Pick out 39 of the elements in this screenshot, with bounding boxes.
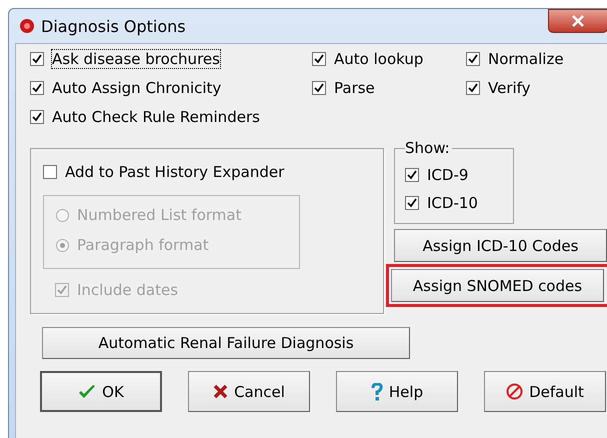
group-legend: Show: <box>405 140 452 156</box>
checkbox-label: ICD-10 <box>427 194 478 212</box>
checkbox[interactable] <box>405 168 419 182</box>
dialog-button[interactable]: Help <box>336 371 458 412</box>
checkbox[interactable] <box>30 52 44 66</box>
app-icon <box>19 18 35 34</box>
checkbox[interactable] <box>312 52 326 66</box>
option-label: Auto Assign Chronicity <box>52 79 222 97</box>
checkbox[interactable] <box>405 196 419 210</box>
assign-button[interactable]: Assign ICD-10 Codes <box>394 229 607 262</box>
dialog-button[interactable]: Default <box>484 371 606 412</box>
dialog-button[interactable]: OK <box>40 371 162 412</box>
checkbox[interactable] <box>312 81 326 95</box>
radio-label: Paragraph format <box>77 236 209 254</box>
option-label: Auto lookup <box>334 50 424 68</box>
option-label: Parse <box>334 79 375 97</box>
close-icon <box>571 15 585 27</box>
checkbox[interactable] <box>466 81 480 95</box>
checkbox-label: ICD-9 <box>427 166 468 184</box>
dialog-button[interactable]: Cancel <box>188 371 310 412</box>
checkmark-icon <box>78 384 96 400</box>
checkbox[interactable] <box>30 110 44 124</box>
option-label: Ask disease brochures <box>52 50 220 68</box>
question-mark-icon <box>370 382 383 400</box>
prohibited-icon <box>506 383 524 400</box>
option-label: Normalize <box>488 50 564 68</box>
checkbox[interactable] <box>43 165 57 179</box>
assign-button[interactable]: Assign SNOMED codes <box>391 269 604 302</box>
checkbox-label: Add to Past History Expander <box>65 163 284 181</box>
renal-diagnosis-button[interactable]: Automatic Renal Failure Diagnosis <box>42 327 410 359</box>
window-title: Diagnosis Options <box>41 16 186 36</box>
close-button[interactable] <box>548 9 607 33</box>
option-label: Verify <box>488 79 531 97</box>
checkbox[interactable] <box>30 81 44 95</box>
option-label: Auto Check Rule Reminders <box>52 108 260 126</box>
radio-label: Numbered List format <box>77 206 242 224</box>
checkbox-label: Include dates <box>77 281 178 299</box>
checkbox[interactable] <box>466 52 480 66</box>
cross-icon <box>213 384 228 399</box>
